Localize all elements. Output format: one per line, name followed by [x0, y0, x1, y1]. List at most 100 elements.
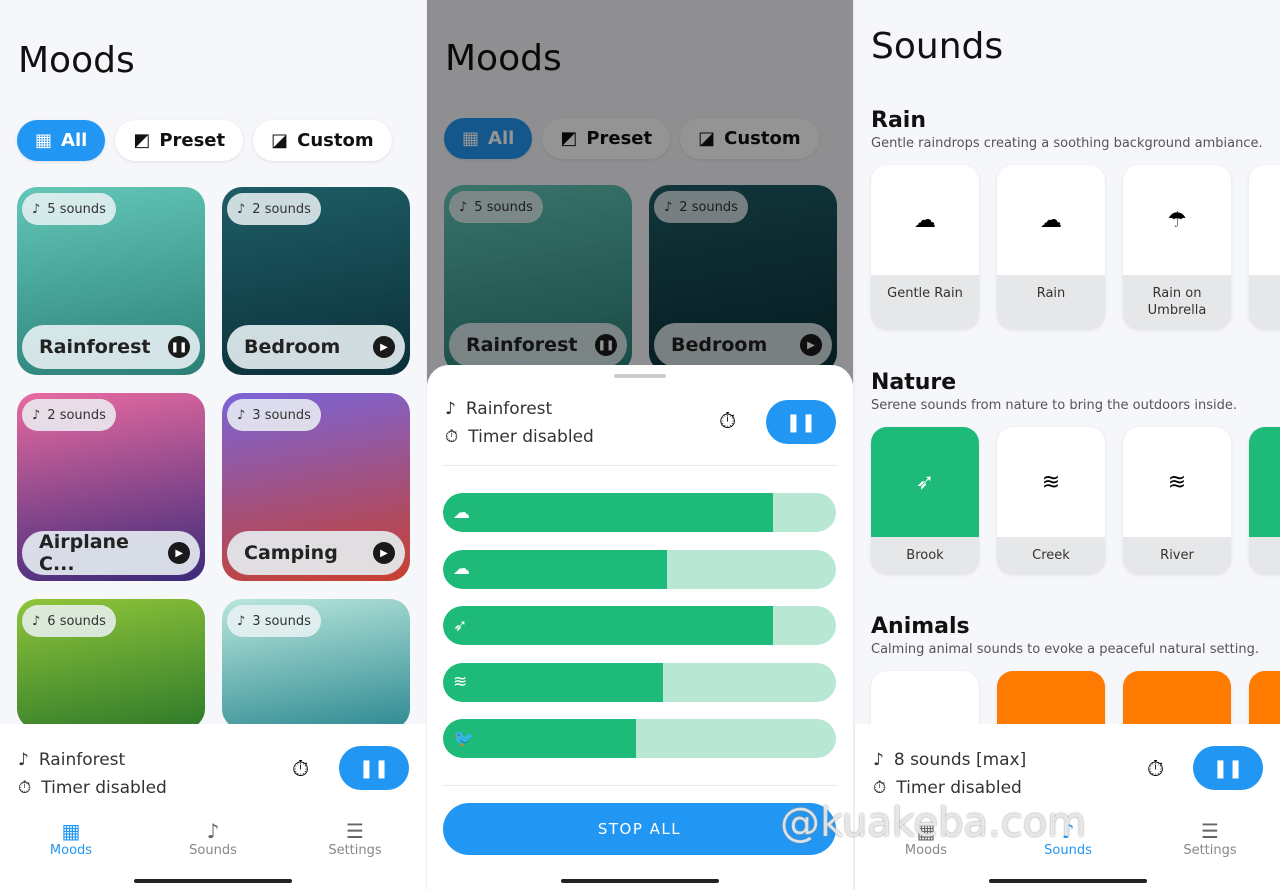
- sound-count-badge: ♪ 2 sounds: [22, 399, 116, 431]
- mood-name: Camping: [244, 542, 338, 564]
- sound-count: 2 sounds: [252, 201, 311, 217]
- sound-tile[interactable]: ☁ Rain: [997, 165, 1105, 329]
- section-description: Serene sounds from nature to bring the o…: [871, 398, 1237, 413]
- sound-label: Rain: [1036, 286, 1066, 301]
- mood-card[interactable]: ♪ 2 sounds Airplane C... ▶: [17, 393, 205, 581]
- music-note-icon: ♪: [237, 407, 246, 423]
- sound-icon: ☁: [871, 165, 979, 275]
- rain-icon: ☁: [453, 559, 470, 579]
- stop-all-button[interactable]: STOP ALL: [443, 803, 836, 855]
- bird-icon: 🐦: [453, 728, 475, 749]
- play-button[interactable]: ▶: [168, 542, 190, 564]
- timer-status: Timer disabled: [468, 427, 594, 447]
- pause-button[interactable]: ❚❚: [339, 746, 409, 790]
- play-button[interactable]: ▶: [373, 542, 395, 564]
- sound-count: 5 sounds: [47, 201, 106, 217]
- volume-fill: ≋: [443, 662, 664, 702]
- mood-card[interactable]: ♪ 5 sounds Rainforest ❚❚: [17, 187, 205, 375]
- moods-screen: Moods ▦ All ◩ Preset ◪ Custom ♪ 5 sounds Rainfo…: [0, 0, 426, 890]
- timer-button[interactable]: ⏱: [1147, 757, 1164, 782]
- sound-icon: ☂: [1123, 165, 1231, 275]
- volume-slider[interactable]: ☁: [443, 493, 836, 532]
- sound-label: Gentle Rain: [887, 286, 963, 301]
- nav-settings[interactable]: ☰ Settings: [284, 819, 426, 858]
- music-note-icon: ♪: [206, 819, 220, 843]
- sounds-screen: Sounds Rain Gentle raindrops creating a s…: [855, 0, 1280, 890]
- timer-status: Timer disabled: [896, 778, 1022, 798]
- music-note-icon: ♪: [237, 201, 246, 217]
- volume-fill: ☁: [443, 493, 774, 532]
- mood-card[interactable]: ♪ 3 sounds: [222, 599, 410, 729]
- timer-icon: ⏱: [445, 427, 459, 447]
- sound-label: Creek: [1032, 548, 1070, 563]
- sound-icon: ≈: [1249, 427, 1280, 537]
- sound-row: ➶ Brook ≋ Creek ≋ River ≈Wir: [871, 427, 1280, 574]
- sound-label: Brook: [906, 548, 944, 563]
- sound-section: Nature Serene sounds from nature to bring…: [871, 370, 1280, 574]
- music-note-icon: ♪: [32, 613, 41, 629]
- mood-card[interactable]: ♪ 3 sounds Camping ▶: [222, 393, 410, 581]
- music-note-icon: ♪: [445, 399, 456, 419]
- mood-card[interactable]: ♪ 6 sounds: [17, 599, 205, 729]
- timer-icon: ⏱: [18, 778, 32, 798]
- nav-sounds[interactable]: ♪ Sounds: [142, 819, 284, 858]
- mood-card[interactable]: ♪ 2 sounds Bedroom ▶: [222, 187, 410, 375]
- volume-fill: ☁: [443, 549, 667, 589]
- sound-icon: ☁: [997, 165, 1105, 275]
- sound-icon: ≋: [997, 427, 1105, 537]
- sound-count-badge: ♪ 3 sounds: [227, 399, 321, 431]
- pause-button[interactable]: ❚❚: [1193, 746, 1263, 790]
- play-button[interactable]: ▶: [373, 336, 395, 358]
- sound-tile[interactable]: ≈Wir: [1249, 427, 1280, 574]
- mood-name-bar: Rainforest ❚❚: [22, 325, 200, 369]
- page-title: Sounds: [871, 26, 1004, 67]
- mood-name: Airplane C...: [39, 531, 129, 575]
- nav-label: Settings: [1183, 843, 1237, 858]
- sound-icon: ≋: [1123, 427, 1231, 537]
- volume-slider[interactable]: ≋: [443, 662, 836, 702]
- nav-moods[interactable]: ▦ Moods: [0, 819, 142, 858]
- volume-slider[interactable]: ☁: [443, 549, 836, 589]
- mood-name: Rainforest: [39, 336, 151, 358]
- chip-label: Preset: [159, 130, 226, 151]
- volume-slider[interactable]: ➶: [443, 606, 836, 645]
- sound-icon: ☁: [1249, 165, 1280, 275]
- sound-tile[interactable]: ➶ Brook: [871, 427, 979, 574]
- home-indicator: [989, 879, 1147, 883]
- timer-button[interactable]: ⏱: [292, 757, 309, 782]
- river-icon: ≋: [453, 672, 468, 692]
- sound-count: 3 sounds: [252, 613, 311, 629]
- volume-slider[interactable]: 🐦: [443, 719, 836, 758]
- filter-chip-preset[interactable]: ◩ Preset: [115, 120, 244, 161]
- sound-tile[interactable]: ☂ Rain on Umbrella: [1123, 165, 1231, 329]
- bottom-nav: ▦ Moods ♪ Sounds ☰ Settings: [0, 819, 426, 858]
- divider: [443, 465, 837, 466]
- sound-label: River: [1160, 548, 1194, 563]
- pause-button[interactable]: ❚❚: [168, 336, 190, 358]
- sound-count-badge: ♪ 3 sounds: [227, 605, 321, 637]
- filter-chip-custom[interactable]: ◪ Custom: [253, 120, 392, 161]
- sound-count: 6 sounds: [47, 613, 106, 629]
- sound-tile[interactable]: ☁ Gentle Rain: [871, 165, 979, 329]
- sound-label: Rain on Umbrella: [1147, 286, 1207, 318]
- drag-handle[interactable]: [614, 374, 666, 378]
- sliders-icon: ☰: [346, 819, 364, 843]
- mood-name-bar: Bedroom ▶: [227, 325, 405, 369]
- chip-label: All: [61, 130, 88, 151]
- sound-tile[interactable]: ≋ Creek: [997, 427, 1105, 574]
- moods-icon: ▦: [61, 819, 81, 843]
- mini-player[interactable]: ♪ Rainforest ⏱ Timer disabled ⏱ ❚❚ ▦ Moods ♪…: [0, 724, 426, 890]
- filter-chip-all[interactable]: ▦ All: [17, 120, 106, 161]
- sound-tile[interactable]: ☁Rai: [1249, 165, 1280, 329]
- moods-screen-with-sheet: Moods ▦ All ◩ Preset ◪ Custom ♪ 5 sounds Rainfo…: [427, 0, 853, 890]
- nav-settings[interactable]: ☰ Settings: [1139, 819, 1280, 858]
- pause-button[interactable]: ❚❚: [766, 400, 836, 444]
- divider: [443, 785, 837, 786]
- section-title: Nature: [871, 370, 957, 395]
- grid-icon: ▦: [35, 130, 53, 151]
- nav-label: Moods: [49, 843, 93, 858]
- page-title: Moods: [18, 40, 135, 81]
- sound-tile[interactable]: ≋ River: [1123, 427, 1231, 574]
- timer-button[interactable]: ⏱: [719, 409, 736, 434]
- music-note-icon: ♪: [873, 750, 884, 770]
